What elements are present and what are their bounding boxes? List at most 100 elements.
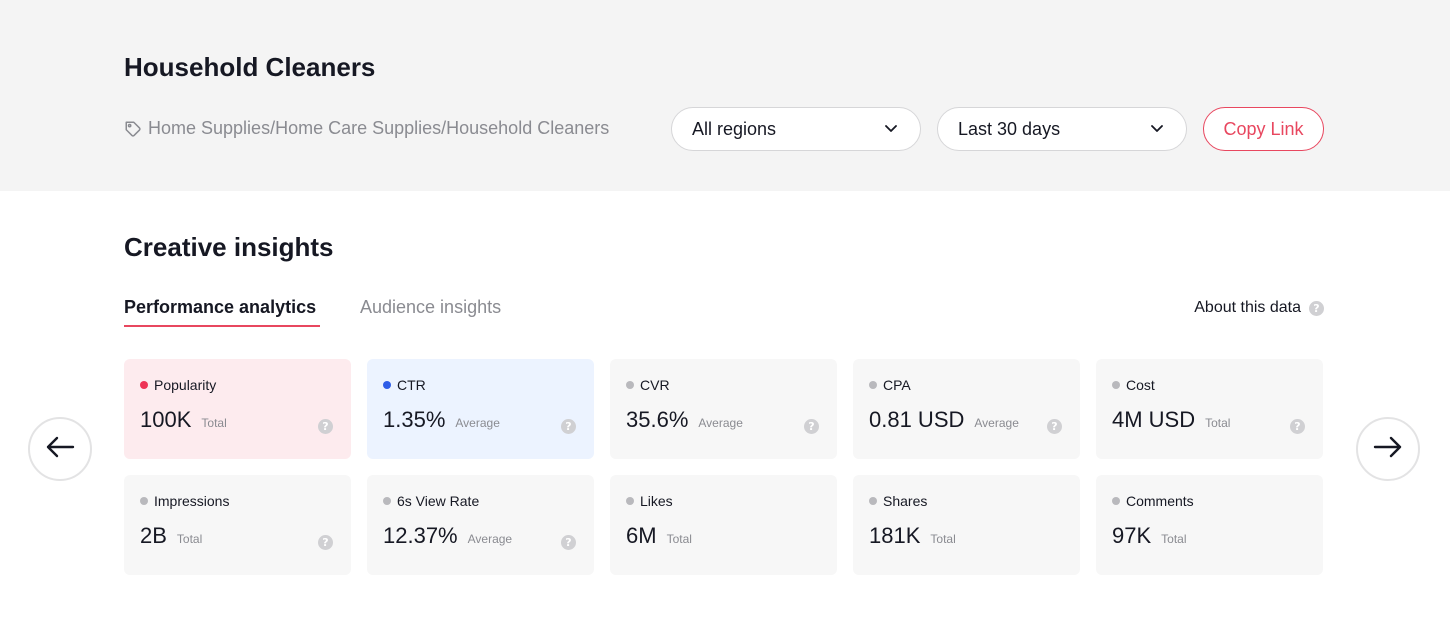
metric-card-likes[interactable]: Likes 6M Total [610, 475, 837, 575]
metric-value: 4M USD [1112, 407, 1195, 433]
about-this-data-link[interactable]: About this data ? [1194, 299, 1324, 317]
metric-card-6s-view-rate[interactable]: 6s View Rate 12.37% Average ? [367, 475, 594, 575]
metric-value-row: 97K Total [1112, 523, 1187, 549]
metric-label: Cost [1112, 377, 1307, 393]
metric-card-cost[interactable]: Cost 4M USD Total ? [1096, 359, 1323, 459]
metric-label: CPA [869, 377, 1064, 393]
copy-link-button[interactable]: Copy Link [1203, 107, 1324, 151]
metric-card-cpa[interactable]: CPA 0.81 USD Average ? [853, 359, 1080, 459]
metric-value: 1.35% [383, 407, 445, 433]
status-dot [869, 497, 877, 505]
metric-name: Impressions [154, 493, 229, 509]
metric-name: Cost [1126, 377, 1155, 393]
arrow-left-icon [45, 435, 75, 464]
metric-card-ctr[interactable]: CTR 1.35% Average ? [367, 359, 594, 459]
metric-unit: Total [1205, 416, 1230, 430]
metric-card-comments[interactable]: Comments 97K Total [1096, 475, 1323, 575]
page-title: Household Cleaners [124, 52, 375, 83]
metric-card-popularity[interactable]: Popularity 100KTotal ? [124, 359, 351, 459]
metric-unit: Total [1161, 532, 1186, 546]
metric-name: CPA [883, 377, 911, 393]
status-dot [626, 381, 634, 389]
period-select[interactable]: Last 30 days [937, 107, 1187, 151]
metric-label: Comments [1112, 493, 1307, 509]
metric-card-impressions[interactable]: Impressions 2B Total ? [124, 475, 351, 575]
metric-unit: Total [930, 532, 955, 546]
metric-label: Shares [869, 493, 1064, 509]
metric-value: 6M [626, 523, 657, 549]
tab-audience-insights[interactable]: Audience insights [360, 297, 501, 318]
metric-name: Popularity [154, 377, 216, 393]
metric-value: 0.81 USD [869, 407, 964, 433]
breadcrumb-path: Home Supplies/Home Care Supplies/Househo… [148, 118, 609, 139]
help-icon[interactable]: ? [318, 419, 333, 434]
metric-value-row: 4M USD Total [1112, 407, 1230, 433]
status-dot [1112, 381, 1120, 389]
carousel-next-button[interactable] [1356, 417, 1420, 481]
metric-name: Comments [1126, 493, 1194, 509]
help-icon[interactable]: ? [318, 535, 333, 550]
help-icon[interactable]: ? [1047, 419, 1062, 434]
help-icon[interactable]: ? [804, 419, 819, 434]
metric-label: Popularity [140, 377, 335, 393]
metric-value: 12.37% [383, 523, 458, 549]
about-label: About this data [1194, 299, 1301, 317]
help-icon[interactable]: ? [561, 419, 576, 434]
status-dot [1112, 497, 1120, 505]
status-dot [383, 381, 391, 389]
metric-name: 6s View Rate [397, 493, 479, 509]
metric-name: CVR [640, 377, 670, 393]
metric-unit: Average [974, 416, 1018, 430]
metric-card-shares[interactable]: Shares 181K Total [853, 475, 1080, 575]
active-tab-indicator [124, 325, 320, 327]
metric-unit: Average [698, 416, 742, 430]
breadcrumb: Home Supplies/Home Care Supplies/Househo… [124, 118, 609, 139]
status-dot [869, 381, 877, 389]
metric-value-row: 181K Total [869, 523, 956, 549]
metric-value-row: 2B Total [140, 523, 202, 549]
status-dot [626, 497, 634, 505]
tab-performance-analytics[interactable]: Performance analytics [124, 297, 316, 318]
metric-unit: Total [177, 532, 202, 546]
carousel-prev-button[interactable] [28, 417, 92, 481]
metric-unit: Total [667, 532, 692, 546]
section-title: Creative insights [124, 232, 334, 263]
metric-label: Impressions [140, 493, 335, 509]
status-dot [140, 381, 148, 389]
metric-unit: Average [455, 416, 499, 430]
help-icon[interactable]: ? [561, 535, 576, 550]
status-dot [140, 497, 148, 505]
metric-name: Shares [883, 493, 927, 509]
metric-value-row: 35.6% Average [626, 407, 743, 433]
metric-value-row: 1.35% Average [383, 407, 500, 433]
metric-value: 2B [140, 523, 167, 549]
metric-name: CTR [397, 377, 426, 393]
metric-label: CVR [626, 377, 821, 393]
metric-value: 97K [1112, 523, 1151, 549]
arrow-right-icon [1373, 435, 1403, 464]
help-icon[interactable]: ? [1290, 419, 1305, 434]
header-panel: Household Cleaners Home Supplies/Home Ca… [0, 0, 1450, 191]
region-select[interactable]: All regions [671, 107, 921, 151]
chevron-down-icon [884, 119, 898, 140]
metric-value-row: 0.81 USD Average [869, 407, 1019, 433]
metric-value-row: 6M Total [626, 523, 692, 549]
status-dot [383, 497, 391, 505]
metric-label: 6s View Rate [383, 493, 578, 509]
metric-value: 181K [869, 523, 920, 549]
metric-value-row: 12.37% Average [383, 523, 512, 549]
tag-icon [124, 120, 142, 138]
metric-value: 35.6% [626, 407, 688, 433]
metric-card-cvr[interactable]: CVR 35.6% Average ? [610, 359, 837, 459]
metric-value-row: 100KTotal [140, 407, 227, 433]
help-icon[interactable]: ? [1309, 301, 1324, 316]
metric-label: Likes [626, 493, 821, 509]
region-select-value: All regions [692, 119, 776, 140]
period-select-value: Last 30 days [958, 119, 1060, 140]
metric-name: Likes [640, 493, 673, 509]
chevron-down-icon [1150, 119, 1164, 140]
metric-cards-grid: Popularity 100KTotal ? CTR 1.35% Average … [124, 359, 1323, 575]
metric-unit: Average [468, 532, 512, 546]
metric-unit: Total [201, 416, 226, 430]
metric-label: CTR [383, 377, 578, 393]
